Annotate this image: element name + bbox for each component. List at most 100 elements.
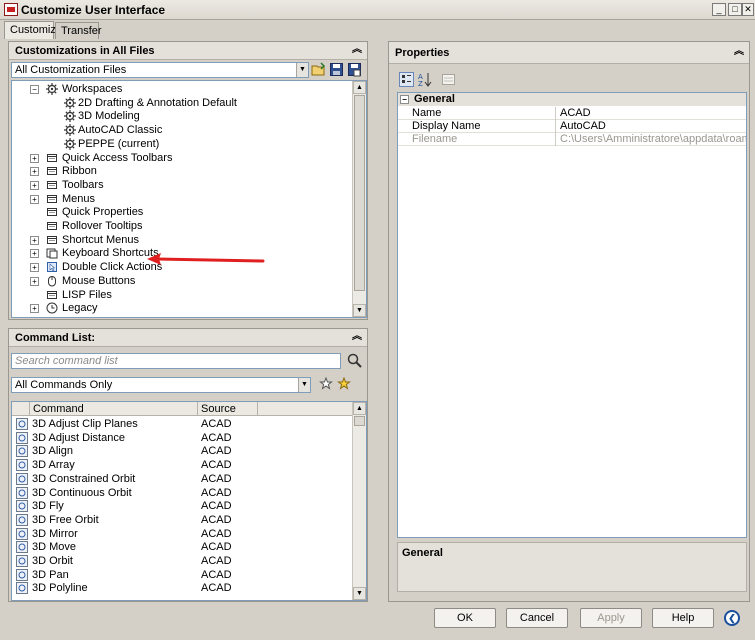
- table-row[interactable]: 3D Free Orbit ACAD: [12, 513, 354, 527]
- tab-transfer[interactable]: Transfer: [55, 22, 102, 39]
- command-icon: [16, 459, 28, 472]
- maximize-button[interactable]: □: [728, 3, 742, 16]
- scroll-down-icon[interactable]: ▼: [353, 304, 366, 317]
- tree-item-label: 2D Drafting & Annotation Default: [78, 96, 237, 109]
- lisp-files-icon: [47, 290, 57, 299]
- table-row[interactable]: 3D Align ACAD: [12, 444, 354, 458]
- expand-dialog-icon[interactable]: ❮: [724, 610, 740, 626]
- minimize-button[interactable]: _: [712, 3, 726, 16]
- open-file-icon[interactable]: [311, 62, 326, 77]
- toolbars-icon: [47, 180, 57, 189]
- save-as-icon[interactable]: [347, 62, 362, 77]
- property-value[interactable]: AutoCAD: [558, 120, 746, 133]
- tree-item[interactable]: + Mouse Buttons: [12, 275, 342, 288]
- toolbar-icon: [47, 153, 57, 162]
- alphabetical-icon[interactable]: A Z: [417, 72, 432, 87]
- scroll-down-icon[interactable]: ▼: [353, 587, 366, 600]
- table-row[interactable]: 3D Continuous Orbit ACAD: [12, 486, 354, 500]
- command-filter-select[interactable]: All Commands Only ▼: [11, 377, 311, 393]
- tree-item[interactable]: PEPPE (current): [12, 137, 342, 151]
- search-icon[interactable]: [347, 353, 362, 368]
- tree-item[interactable]: 2D Drafting & Annotation Default: [12, 96, 342, 110]
- table-row[interactable]: 3D Constrained Orbit ACAD: [12, 472, 354, 486]
- legacy-icon: [46, 302, 58, 314]
- ok-button[interactable]: OK: [434, 608, 496, 628]
- tree-item[interactable]: Rollover Tooltips: [12, 220, 342, 233]
- tree-item[interactable]: + Ribbon: [12, 165, 342, 178]
- tree-item[interactable]: 3D Modeling: [12, 110, 342, 123]
- command-name: 3D Constrained Orbit: [32, 472, 136, 485]
- property-row[interactable]: Name ACAD: [398, 107, 746, 120]
- tree-item[interactable]: + Toolbars: [12, 179, 342, 192]
- tree-item-label: Menus: [62, 192, 96, 205]
- tree-item[interactable]: LISP Files: [12, 289, 342, 302]
- command-source: ACAD: [201, 513, 232, 526]
- tree-item[interactable]: + Legacy: [12, 302, 342, 315]
- workspace-gear-icon: [64, 96, 76, 109]
- tree-item[interactable]: + Shortcut Menus: [12, 234, 342, 247]
- tree-item-label: Quick Properties: [62, 206, 144, 219]
- command-source: ACAD: [201, 445, 232, 458]
- table-row[interactable]: 3D Pan ACAD: [12, 568, 354, 582]
- expand-icon[interactable]: +: [30, 249, 39, 259]
- table-row[interactable]: 3D Polyline ACAD: [12, 581, 354, 595]
- collapse-category-icon[interactable]: −: [400, 95, 409, 104]
- close-button[interactable]: ✕: [742, 3, 754, 16]
- table-row[interactable]: 3D Mirror ACAD: [12, 527, 354, 541]
- column-header-source[interactable]: Source: [198, 402, 258, 416]
- collapse-icon[interactable]: ︽: [352, 332, 362, 343]
- tree-item[interactable]: Quick Properties: [12, 206, 342, 219]
- tree-item[interactable]: − Workspaces: [12, 83, 342, 96]
- table-row[interactable]: 3D Fly ACAD: [12, 499, 354, 513]
- expand-icon[interactable]: +: [30, 263, 39, 273]
- table-row[interactable]: 3D Orbit ACAD: [12, 554, 354, 568]
- customization-file-select[interactable]: All Customization Files ▼: [11, 62, 309, 78]
- command-icon: [16, 555, 28, 567]
- scroll-up-icon[interactable]: ▲: [353, 81, 366, 94]
- collapse-tree-icon[interactable]: −: [30, 85, 39, 94]
- expand-icon[interactable]: +: [30, 167, 39, 177]
- property-category-general[interactable]: − General: [398, 93, 746, 106]
- scroll-thumb[interactable]: [354, 95, 365, 291]
- find-command-icon[interactable]: [319, 377, 334, 392]
- expand-icon[interactable]: +: [30, 180, 39, 190]
- command-source: ACAD: [201, 541, 232, 554]
- table-row[interactable]: 3D Adjust Clip Planes ACAD: [12, 417, 354, 431]
- collapse-icon[interactable]: ︽: [734, 47, 744, 58]
- search-placeholder: Search command list: [15, 355, 118, 367]
- expand-icon[interactable]: +: [30, 194, 39, 204]
- apply-button[interactable]: Apply: [580, 608, 642, 628]
- properties-grid: − General Name ACAD Display Name AutoCAD Fil…: [397, 92, 747, 538]
- save-icon[interactable]: [329, 62, 344, 77]
- expand-icon[interactable]: +: [30, 304, 39, 314]
- command-scrollbar[interactable]: ▲ ▼: [352, 402, 366, 600]
- expand-icon[interactable]: +: [30, 153, 39, 163]
- help-button[interactable]: Help: [652, 608, 714, 628]
- column-header-command[interactable]: Command: [30, 402, 198, 416]
- expand-icon[interactable]: +: [30, 276, 39, 286]
- table-row[interactable]: 3D Array ACAD: [12, 458, 354, 472]
- cancel-button[interactable]: Cancel: [506, 608, 568, 628]
- scroll-thumb[interactable]: [354, 416, 365, 426]
- tree-item[interactable]: AutoCAD Classic: [12, 124, 342, 137]
- svg-text:Z: Z: [418, 80, 423, 87]
- property-pages-icon[interactable]: [441, 72, 456, 87]
- collapse-icon[interactable]: ︽: [352, 45, 362, 56]
- expand-icon[interactable]: +: [30, 235, 39, 245]
- property-value[interactable]: ACAD: [558, 107, 746, 120]
- scroll-up-icon[interactable]: ▲: [353, 402, 366, 415]
- tree-item[interactable]: + Menus: [12, 193, 342, 206]
- tree-item-label: Toolbars: [62, 178, 104, 191]
- tree-scrollbar[interactable]: ▲ ▼: [352, 81, 366, 317]
- table-row[interactable]: 3D Adjust Distance ACAD: [12, 431, 354, 445]
- command-icon: [16, 582, 28, 595]
- tree-item[interactable]: + Quick Access Toolbars: [12, 152, 342, 165]
- table-row[interactable]: 3D Move ACAD: [12, 540, 354, 554]
- command-filter-value: All Commands Only: [15, 379, 113, 391]
- search-input[interactable]: Search command list: [11, 353, 341, 369]
- property-row[interactable]: Display Name AutoCAD: [398, 120, 746, 133]
- property-row[interactable]: Filename C:\Users\Amministratore\appdata\…: [398, 133, 746, 146]
- categorized-icon[interactable]: [399, 72, 414, 87]
- new-command-icon[interactable]: [337, 377, 352, 392]
- tab-customize[interactable]: Customize: [4, 21, 62, 39]
